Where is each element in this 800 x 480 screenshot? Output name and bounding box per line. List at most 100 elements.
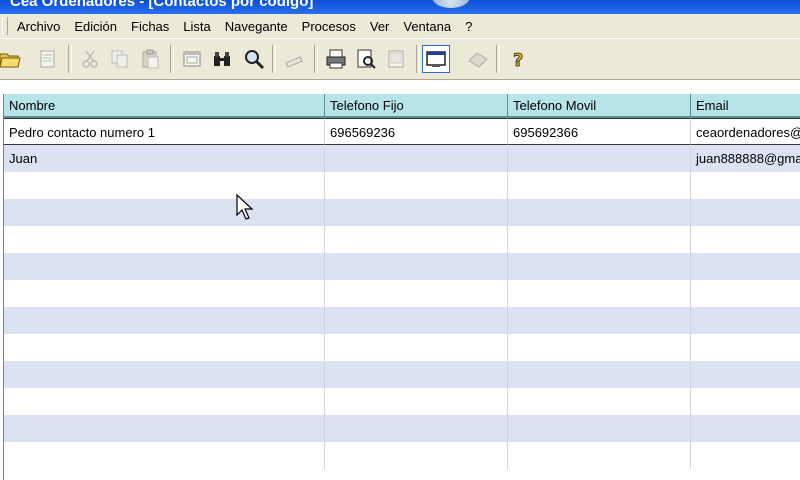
cell-telefono-fijo[interactable]: [325, 253, 508, 280]
cell-nombre[interactable]: [4, 253, 325, 280]
cell-nombre[interactable]: [4, 226, 325, 253]
page-icon[interactable]: [382, 45, 410, 73]
cell-nombre[interactable]: [4, 388, 325, 415]
table-row[interactable]: [4, 199, 800, 226]
menu-ver[interactable]: Ver: [363, 19, 397, 34]
cell-email[interactable]: ceaordenadores@: [691, 118, 800, 145]
menu-navegante[interactable]: Navegante: [218, 19, 295, 34]
cell-nombre[interactable]: [4, 280, 325, 307]
screen-icon[interactable]: [422, 45, 450, 73]
cell-email[interactable]: [691, 172, 800, 199]
table-row[interactable]: [4, 253, 800, 280]
binoculars-icon[interactable]: [208, 45, 236, 73]
cell-email[interactable]: [691, 334, 800, 361]
column-header-telefono-fijo[interactable]: Telefono Fijo: [325, 94, 508, 118]
cell-nombre[interactable]: [4, 442, 325, 469]
cell-telefono-fijo[interactable]: [325, 199, 508, 226]
print-preview-icon[interactable]: [352, 45, 380, 73]
cell-email[interactable]: [691, 415, 800, 442]
cell-telefono-movil[interactable]: [508, 307, 691, 334]
table-row[interactable]: [4, 226, 800, 253]
cell-telefono-fijo[interactable]: [325, 442, 508, 469]
cell-telefono-fijo[interactable]: 696569236: [325, 118, 508, 145]
stamp-icon[interactable]: [280, 45, 308, 73]
cell-nombre[interactable]: Pedro contacto numero 1: [4, 118, 325, 145]
cell-telefono-fijo[interactable]: [325, 361, 508, 388]
cell-email[interactable]: [691, 361, 800, 388]
cell-telefono-fijo[interactable]: [325, 307, 508, 334]
cell-telefono-movil[interactable]: 695692366: [508, 118, 691, 145]
cell-telefono-movil[interactable]: [508, 442, 691, 469]
eraser-icon[interactable]: [464, 45, 492, 73]
cell-telefono-fijo[interactable]: [325, 388, 508, 415]
cell-telefono-fijo[interactable]: [325, 226, 508, 253]
column-header-email[interactable]: Email: [691, 94, 800, 118]
table-row[interactable]: [4, 307, 800, 334]
cell-nombre[interactable]: [4, 307, 325, 334]
cell-telefono-movil[interactable]: [508, 361, 691, 388]
cell-email[interactable]: [691, 226, 800, 253]
mouse-cursor-icon: [236, 194, 254, 220]
cell-nombre[interactable]: [4, 199, 325, 226]
cell-telefono-fijo[interactable]: [325, 280, 508, 307]
printer-icon[interactable]: [322, 45, 350, 73]
paste-icon[interactable]: [136, 45, 164, 73]
cell-telefono-movil[interactable]: [508, 415, 691, 442]
cell-email[interactable]: [691, 199, 800, 226]
menu-fichas[interactable]: Fichas: [124, 19, 176, 34]
menu-grip: [2, 17, 8, 35]
cell-email[interactable]: [691, 307, 800, 334]
cell-telefono-fijo[interactable]: [325, 172, 508, 199]
table-row[interactable]: [4, 361, 800, 388]
table-row[interactable]: [4, 388, 800, 415]
table-row[interactable]: [4, 442, 800, 469]
cell-telefono-movil[interactable]: [508, 334, 691, 361]
title-decoration: [432, 0, 470, 8]
cell-telefono-movil[interactable]: [508, 172, 691, 199]
menu-archivo[interactable]: Archivo: [10, 19, 67, 34]
cell-nombre[interactable]: [4, 361, 325, 388]
cell-telefono-movil[interactable]: [508, 199, 691, 226]
table-row[interactable]: Juan juan888888@gma: [4, 145, 800, 172]
cut-icon[interactable]: [76, 45, 104, 73]
toolbar: ?: [0, 38, 800, 80]
menu-lista[interactable]: Lista: [176, 19, 217, 34]
help-key-icon[interactable]: ?: [504, 45, 532, 73]
cell-email[interactable]: [691, 442, 800, 469]
cell-telefono-movil[interactable]: [508, 253, 691, 280]
open-folder-icon[interactable]: [0, 45, 24, 73]
table-row[interactable]: [4, 280, 800, 307]
menu-edicion[interactable]: Edición: [67, 19, 124, 34]
window-icon[interactable]: [178, 45, 206, 73]
table-row[interactable]: [4, 415, 800, 442]
cell-email[interactable]: [691, 280, 800, 307]
menu-bar: Archivo Edición Fichas Lista Navegante P…: [0, 14, 800, 38]
cell-telefono-fijo[interactable]: [325, 334, 508, 361]
cell-nombre[interactable]: Juan: [4, 145, 325, 172]
svg-text:?: ?: [513, 50, 523, 70]
cell-email[interactable]: juan888888@gma: [691, 145, 800, 172]
cell-telefono-fijo[interactable]: [325, 145, 508, 172]
column-header-telefono-movil[interactable]: Telefono Movil: [508, 94, 691, 118]
menu-procesos[interactable]: Procesos: [295, 19, 363, 34]
cell-telefono-movil[interactable]: [508, 226, 691, 253]
cell-email[interactable]: [691, 388, 800, 415]
edit-record-icon[interactable]: [34, 45, 62, 73]
cell-telefono-fijo[interactable]: [325, 415, 508, 442]
menu-ventana[interactable]: Ventana: [396, 19, 458, 34]
table-row[interactable]: [4, 172, 800, 199]
title-bar: Cea Ordenadores - [Contactos por código]: [0, 0, 800, 14]
magnifier-icon[interactable]: [240, 45, 268, 73]
cell-nombre[interactable]: [4, 172, 325, 199]
menu-help[interactable]: ?: [458, 19, 479, 34]
cell-email[interactable]: [691, 253, 800, 280]
cell-nombre[interactable]: [4, 415, 325, 442]
cell-telefono-movil[interactable]: [508, 388, 691, 415]
table-row[interactable]: [4, 334, 800, 361]
column-header-nombre[interactable]: Nombre: [4, 94, 325, 118]
cell-telefono-movil[interactable]: [508, 145, 691, 172]
cell-nombre[interactable]: [4, 334, 325, 361]
cell-telefono-movil[interactable]: [508, 280, 691, 307]
table-row[interactable]: Pedro contacto numero 1 696569236 69569236…: [4, 118, 800, 145]
copy-icon[interactable]: [106, 45, 134, 73]
